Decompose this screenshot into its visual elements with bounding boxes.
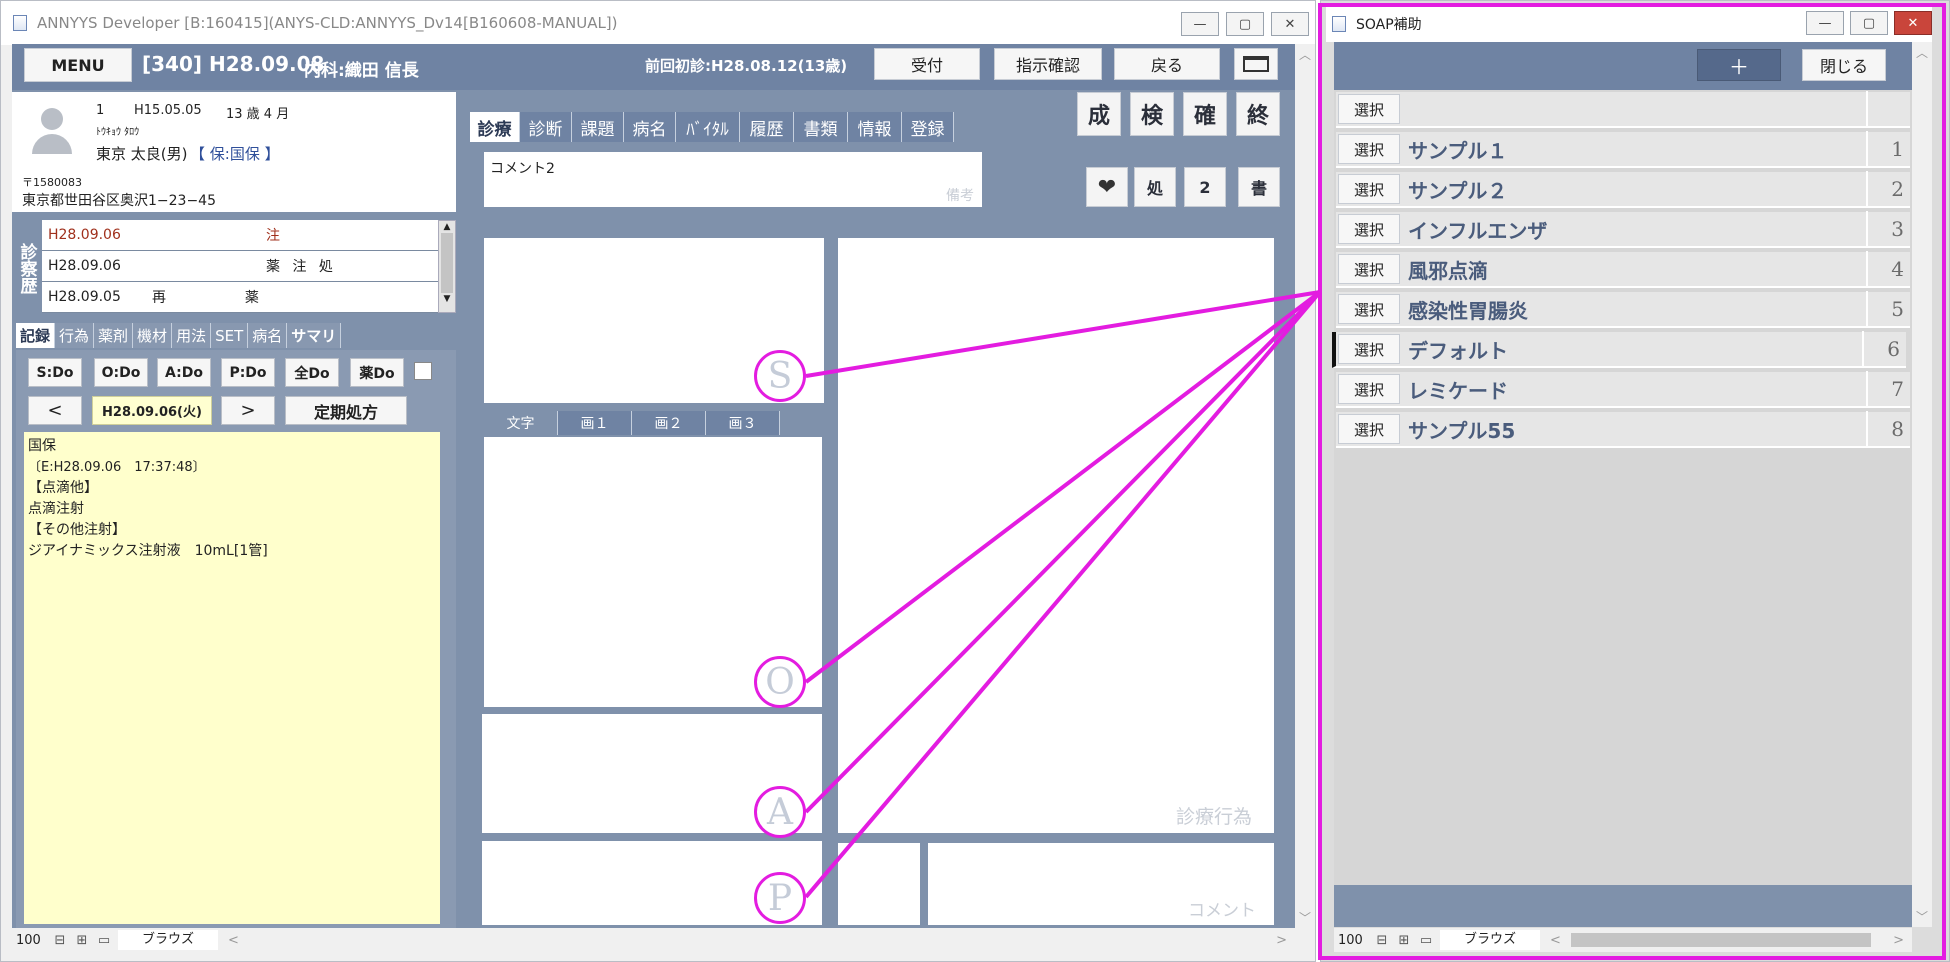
annotation-line-o bbox=[804, 290, 1322, 684]
annotation-line-p bbox=[804, 290, 1322, 899]
soap-circle-a[interactable]: A bbox=[754, 786, 806, 838]
annotation-line-a bbox=[804, 290, 1322, 814]
soap-circle-p[interactable]: P bbox=[754, 872, 806, 924]
annotation-line-s bbox=[805, 290, 1321, 378]
soap-circle-o[interactable]: O bbox=[754, 656, 806, 708]
soap-circle-s[interactable]: S bbox=[754, 350, 806, 402]
annotation-lines bbox=[804, 290, 1322, 899]
